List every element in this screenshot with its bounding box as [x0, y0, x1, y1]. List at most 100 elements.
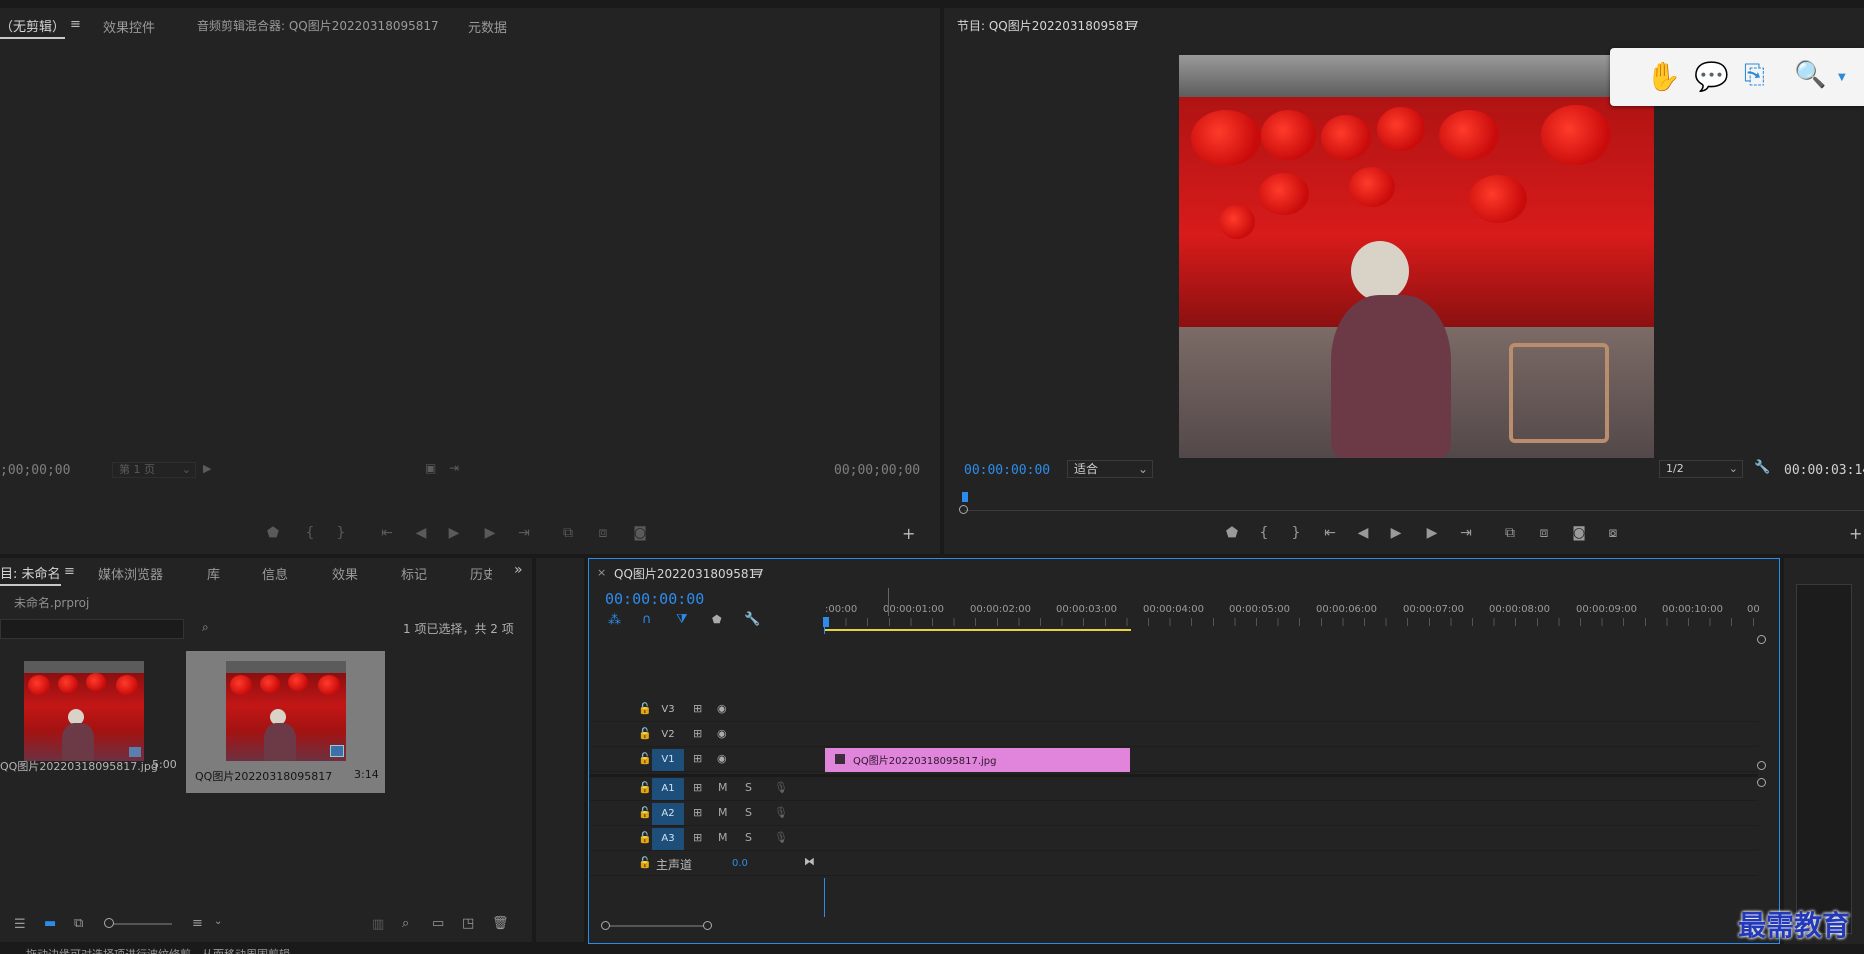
step-back-icon[interactable]: ◀	[411, 523, 431, 543]
bin-item-selected[interactable]: QQ图片20220318095817 3:14	[186, 651, 385, 793]
microphone-icon[interactable]: 🎙	[774, 831, 788, 844]
tab-history[interactable]: 历史	[470, 564, 492, 583]
video-scroll-bottom-handle[interactable]	[1757, 761, 1766, 770]
clear-icon[interactable]: 🗑	[492, 916, 509, 931]
marker-icon[interactable]: ⬟	[263, 523, 283, 543]
master-volume-value[interactable]: 0.0	[732, 858, 748, 869]
go-to-out-icon[interactable]: ⇥	[1456, 523, 1476, 543]
track-label[interactable]: V1	[652, 749, 684, 771]
search-filter-icon[interactable]: ⌕	[202, 620, 209, 635]
sync-lock-icon[interactable]: ⊞	[693, 702, 702, 715]
automate-icon[interactable]: ▥	[372, 917, 384, 932]
scroll-right-handle[interactable]	[703, 921, 712, 930]
tab-media-browser[interactable]: 媒体浏览器	[98, 564, 163, 583]
track-label[interactable]: A3	[652, 828, 684, 850]
tab-source-no-clip[interactable]: （无剪辑）	[0, 16, 66, 39]
step-back-icon[interactable]: ◀	[1353, 523, 1373, 543]
program-current-timecode[interactable]: 00:00:00:00	[964, 463, 1050, 478]
bin-item[interactable]: QQ图片20220318095817.jpg 5:00	[0, 651, 182, 773]
mute-button[interactable]: M	[718, 806, 728, 819]
more-tabs-icon[interactable]: »	[514, 562, 523, 578]
zoom-slider[interactable]	[106, 923, 172, 925]
list-view-icon[interactable]: ☰	[14, 917, 26, 932]
eye-icon[interactable]: ◉	[717, 727, 727, 740]
timeline-timecode[interactable]: 00:00:00:00	[605, 590, 704, 608]
settings-square-icon[interactable]: ▣	[425, 461, 436, 475]
mute-button[interactable]: M	[718, 831, 728, 844]
lock-icon[interactable]: 🔓	[638, 856, 652, 869]
tab-libraries[interactable]: 库	[207, 564, 220, 583]
wrench-icon[interactable]: 🔧	[1754, 460, 1770, 475]
insert-icon[interactable]: ⧉	[558, 523, 578, 543]
comment-icon[interactable]: 💬	[1694, 60, 1729, 93]
video-scroll-top-handle[interactable]	[1757, 635, 1766, 644]
lock-icon[interactable]: 🔓	[638, 831, 652, 844]
find-icon[interactable]: ⌕	[402, 916, 409, 931]
lock-icon[interactable]: 🔓	[638, 702, 652, 715]
hand-icon[interactable]: ✋	[1646, 60, 1681, 93]
mark-in-icon[interactable]: {	[300, 523, 320, 543]
linked-selection-icon[interactable]: ⧩	[676, 612, 688, 627]
zoom-select[interactable]: 适合 ⌄	[1067, 460, 1153, 478]
mute-button[interactable]: M	[718, 781, 728, 794]
timeline-settings-icon[interactable]: 🔧	[744, 612, 760, 627]
work-area-bar[interactable]	[824, 629, 1131, 631]
solo-button[interactable]: S	[745, 806, 752, 819]
nest-sequence-icon[interactable]: ⁂	[608, 613, 621, 628]
add-button-icon[interactable]: +	[902, 524, 915, 543]
track-label[interactable]: V2	[652, 724, 684, 746]
resolution-select[interactable]: 1/2 ⌄	[1659, 460, 1743, 478]
tab-info[interactable]: 信息	[262, 564, 288, 583]
icon-view-icon[interactable]: ▬	[44, 916, 56, 931]
go-to-end-icon[interactable]: ⧓	[804, 855, 815, 868]
sequence-tab[interactable]: QQ图片20220318095817	[614, 565, 764, 582]
export-icon[interactable]: ⎘	[1744, 60, 1765, 91]
program-video-frame[interactable]	[1179, 55, 1654, 458]
lock-icon[interactable]: 🔓	[638, 752, 652, 765]
tab-audio-clip-mixer[interactable]: 音频剪辑混合器: QQ图片20220318095817	[197, 17, 439, 34]
tab-markers[interactable]: 标记	[401, 564, 427, 583]
solo-button[interactable]: S	[745, 831, 752, 844]
timeline-clip[interactable]: QQ图片20220318095817.jpg	[825, 748, 1130, 772]
go-to-in-icon[interactable]: ⇤	[1320, 523, 1340, 543]
tab-metadata[interactable]: 元数据	[468, 17, 507, 36]
extract-icon[interactable]: ⧈	[1534, 523, 1554, 543]
panel-menu-icon[interactable]: ≡	[1127, 17, 1138, 32]
eye-icon[interactable]: ◉	[717, 702, 727, 715]
audio-scroll-top-handle[interactable]	[1757, 778, 1766, 787]
sync-lock-icon[interactable]: ⊞	[693, 752, 702, 765]
freeform-view-icon[interactable]: ⧉	[74, 916, 83, 931]
chevron-down-icon[interactable]: ⌄	[214, 916, 222, 927]
lock-icon[interactable]: 🔓	[638, 806, 652, 819]
search-input[interactable]	[0, 619, 184, 639]
go-to-out-icon[interactable]: ⇥	[514, 523, 534, 543]
add-marker-icon[interactable]: ⬟	[712, 613, 722, 626]
mark-in-icon[interactable]: {	[1254, 523, 1274, 543]
panel-menu-icon[interactable]: ≡	[752, 565, 763, 580]
playhead-circle[interactable]	[959, 505, 968, 514]
play-icon[interactable]: ▶	[1386, 523, 1406, 543]
scroll-left-handle[interactable]	[601, 921, 610, 930]
compare-view-icon[interactable]: ⧇	[1603, 523, 1623, 543]
mark-out-icon[interactable]: }	[1286, 523, 1306, 543]
microphone-icon[interactable]: 🎙	[774, 806, 788, 819]
track-label[interactable]: A2	[652, 803, 684, 825]
chevron-down-icon[interactable]: ▼	[1838, 72, 1846, 83]
insert-arrows-icon[interactable]: ⇥	[449, 461, 459, 475]
eye-icon[interactable]: ◉	[717, 752, 727, 765]
step-forward-icon[interactable]: ▶	[480, 523, 500, 543]
zoom-slider-handle[interactable]	[104, 918, 114, 928]
track-label[interactable]: A1	[652, 778, 684, 800]
sync-lock-icon[interactable]: ⊞	[693, 727, 702, 740]
sync-lock-icon[interactable]: ⊞	[693, 781, 702, 794]
source-timecode-left[interactable]: ;00;00;00	[0, 463, 70, 478]
snap-icon[interactable]: ∩	[642, 612, 652, 627]
new-bin-icon[interactable]: ▭	[432, 916, 444, 931]
sort-icon[interactable]: ≡	[192, 916, 203, 931]
program-monitor-title[interactable]: 节目: QQ图片20220318095817	[957, 17, 1139, 34]
play-arrow-icon[interactable]: ▶	[203, 462, 211, 475]
panel-menu-icon[interactable]: ≡	[64, 564, 75, 579]
lock-icon[interactable]: 🔓	[638, 781, 652, 794]
close-icon[interactable]: ×	[597, 566, 606, 579]
panel-menu-icon[interactable]: ≡	[70, 17, 81, 32]
